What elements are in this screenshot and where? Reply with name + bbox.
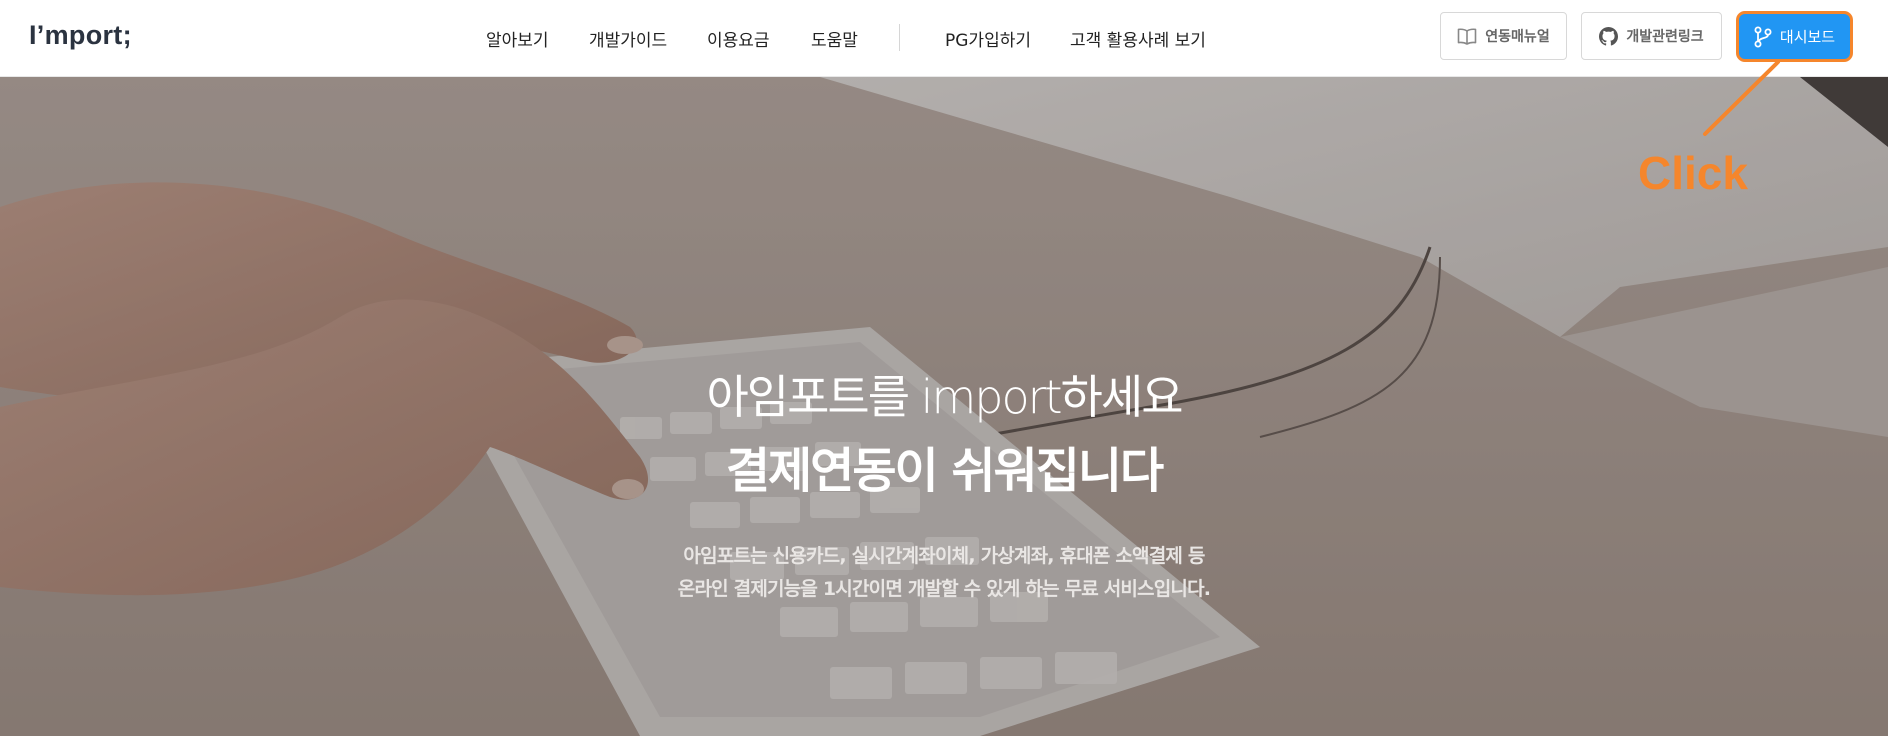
annotation-click-label: Click (1638, 147, 1748, 199)
annotation-arrow-line (1703, 60, 1780, 136)
